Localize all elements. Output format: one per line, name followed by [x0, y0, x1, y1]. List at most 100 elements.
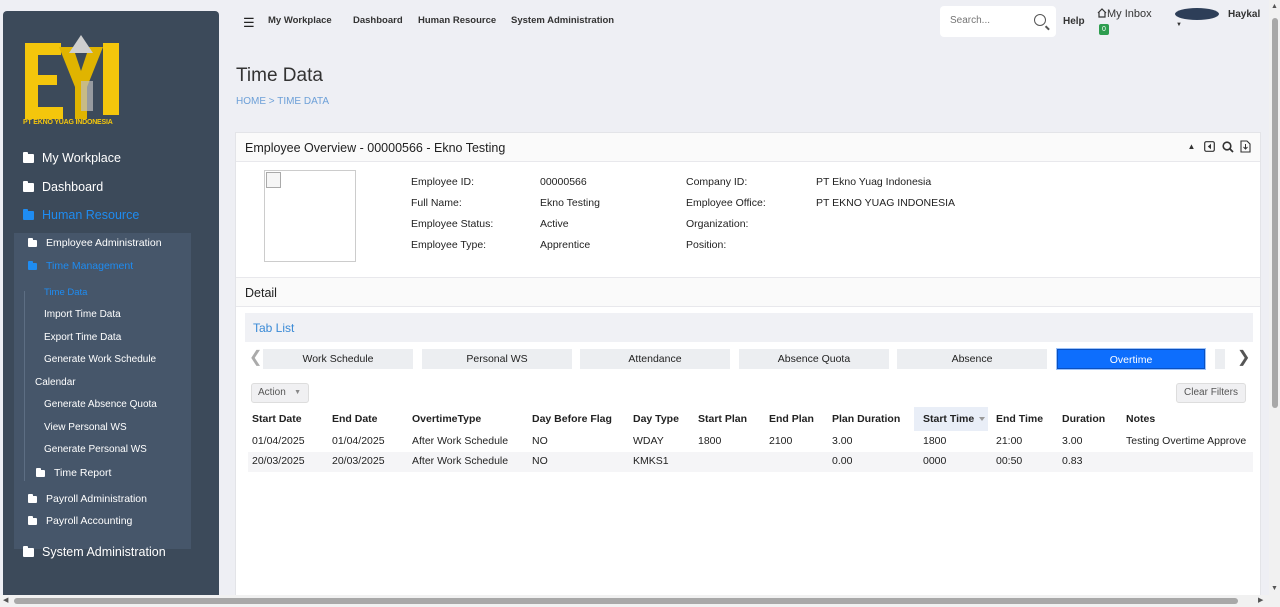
scroll-down-icon[interactable]: ▼ [1271, 585, 1278, 592]
col-end-date[interactable]: End Date [332, 413, 378, 425]
col-overtime-type[interactable]: OvertimeType [412, 413, 481, 425]
folder-icon [23, 545, 34, 557]
sidebar-item-import-time-data[interactable]: Import Time Data [44, 309, 121, 320]
sidebar-item-time-management[interactable]: Time Management [28, 260, 133, 272]
table-row[interactable]: 01/04/2025 01/04/2025 After Work Schedul… [248, 432, 1253, 452]
cell-end-time: 00:50 [996, 455, 1023, 467]
sidebar-item-generate-work-schedule[interactable]: Generate Work Schedule [44, 354, 156, 365]
tab-list-label: Tab List [253, 321, 295, 335]
home-icon [1097, 8, 1107, 18]
top-bar: ☰ My Workplace Dashboard Human Resource … [219, 0, 1269, 42]
topnav-my-workplace[interactable]: My Workplace [268, 15, 332, 26]
employee-office-label: Employee Office: [686, 197, 766, 209]
tab-absence-quota[interactable]: Absence Quota [739, 349, 889, 369]
search-box [940, 6, 1056, 37]
sidebar-item-system-administration[interactable]: System Administration [23, 545, 166, 559]
tab-work-schedule[interactable]: Work Schedule [263, 349, 413, 369]
breadcrumb[interactable]: HOME > TIME DATA [236, 96, 329, 107]
search-icon[interactable] [1034, 14, 1046, 26]
sidebar-item-payroll-administration[interactable]: Payroll Administration [28, 493, 147, 505]
scroll-up-icon[interactable]: ▲ [1271, 3, 1278, 10]
inbox-link[interactable]: My Inbox [1097, 8, 1152, 20]
tm-submenu-guide [24, 291, 25, 481]
back-icon[interactable] [1203, 140, 1216, 153]
cell-duration: 3.00 [1062, 435, 1083, 447]
tab-overtime[interactable]: Overtime [1057, 349, 1205, 369]
sidebar-item-export-time-data[interactable]: Export Time Data [44, 332, 121, 343]
scrollbar-thumb[interactable] [14, 598, 1238, 604]
col-duration[interactable]: Duration [1062, 413, 1105, 425]
cell-day-before-flag: NO [532, 455, 548, 467]
sidebar-item-time-data[interactable]: Time Data [44, 287, 87, 298]
panel-tools: ▲ [1185, 140, 1252, 153]
panel-header: Employee Overview - 00000566 - Ekno Test… [236, 133, 1260, 162]
col-end-plan[interactable]: End Plan [769, 413, 814, 425]
sidebar-item-view-personal-ws[interactable]: View Personal WS [44, 422, 127, 433]
search-input[interactable] [950, 15, 1030, 26]
col-plan-duration[interactable]: Plan Duration [832, 413, 900, 425]
sidebar-item-dashboard[interactable]: Dashboard [23, 180, 103, 194]
search-icon[interactable] [1221, 140, 1234, 153]
tab-attendance[interactable]: Attendance [580, 349, 730, 369]
sidebar-item-calendar[interactable]: Calendar [35, 377, 76, 388]
export-pdf-icon[interactable] [1239, 140, 1252, 153]
cell-overtime-type: After Work Schedule [412, 435, 509, 447]
col-notes[interactable]: Notes [1126, 413, 1155, 425]
scrollbar-thumb[interactable] [1272, 18, 1278, 408]
sidebar: PT EKNO YUAG INDONESIA My Workplace Dash… [3, 11, 219, 601]
sidebar-item-payroll-accounting[interactable]: Payroll Accounting [28, 515, 132, 527]
col-day-type[interactable]: Day Type [633, 413, 679, 425]
page-title: Time Data [236, 65, 323, 86]
topnav-system-administration[interactable]: System Administration [511, 15, 614, 26]
sidebar-item-human-resource[interactable]: Human Resource [23, 208, 139, 222]
cell-end-time: 21:00 [996, 435, 1023, 447]
help-link[interactable]: Help [1063, 16, 1085, 27]
col-end-time[interactable]: End Time [996, 413, 1043, 425]
cell-day-type: WDAY [633, 435, 664, 447]
tab-scroll-right-icon[interactable]: ❯ [1237, 347, 1250, 367]
folder-icon [28, 515, 37, 525]
employee-id-value: 00000566 [540, 176, 587, 188]
folder-icon [23, 180, 34, 192]
cell-day-type: KMKS1 [633, 455, 669, 467]
scroll-right-icon[interactable]: ▶ [1258, 596, 1263, 604]
action-dropdown[interactable]: Action ▼ [251, 383, 309, 403]
col-day-before-flag[interactable]: Day Before Flag [532, 413, 612, 425]
sidebar-item-generate-personal-ws[interactable]: Generate Personal WS [44, 444, 147, 455]
sidebar-item-my-workplace[interactable]: My Workplace [23, 151, 121, 165]
company-id-value: PT Ekno Yuag Indonesia [816, 176, 932, 188]
folder-icon [28, 260, 37, 270]
collapse-icon[interactable]: ▲ [1185, 140, 1198, 153]
horizontal-scrollbar[interactable]: ◀ ▶ [0, 595, 1280, 607]
avatar[interactable] [1175, 8, 1219, 20]
table-row[interactable]: 20/03/2025 20/03/2025 After Work Schedul… [248, 452, 1253, 472]
cell-end-date: 20/03/2025 [332, 455, 385, 467]
col-start-date[interactable]: Start Date [252, 413, 302, 425]
organization-label: Organization: [686, 218, 749, 230]
folder-icon [23, 208, 34, 220]
sidebar-item-generate-absence-quota[interactable]: Generate Absence Quota [44, 399, 157, 410]
sidebar-item-time-report[interactable]: Time Report [36, 467, 111, 479]
clear-filters-button[interactable]: Clear Filters [1176, 383, 1246, 403]
full-name-label: Full Name: [411, 197, 462, 209]
vertical-scrollbar[interactable]: ▲ ▼ [1269, 0, 1280, 595]
folder-icon [23, 151, 34, 163]
scroll-left-icon[interactable]: ◀ [3, 596, 8, 604]
cell-start-date: 20/03/2025 [252, 455, 305, 467]
tab-scroll-left-icon[interactable]: ❮ [249, 347, 262, 367]
menu-icon[interactable]: ☰ [243, 15, 255, 31]
company-name: PT EKNO YUAG INDONESIA [23, 119, 113, 126]
topnav-dashboard[interactable]: Dashboard [353, 15, 403, 26]
sidebar-item-employee-administration[interactable]: Employee Administration [28, 237, 162, 249]
tab-personal-ws[interactable]: Personal WS [422, 349, 572, 369]
col-start-time[interactable]: Start Time [923, 413, 974, 425]
topnav-human-resource[interactable]: Human Resource [418, 15, 496, 26]
cell-start-time: 0000 [923, 455, 947, 467]
employee-status-value: Active [540, 218, 569, 230]
user-menu-caret-icon[interactable]: ▼ [1176, 22, 1182, 28]
user-name[interactable]: Haykal [1228, 9, 1260, 20]
tab-absence[interactable]: Absence [897, 349, 1047, 369]
employee-type-value: Apprentice [540, 239, 591, 251]
cell-start-time: 1800 [923, 435, 947, 447]
col-start-plan[interactable]: Start Plan [698, 413, 747, 425]
